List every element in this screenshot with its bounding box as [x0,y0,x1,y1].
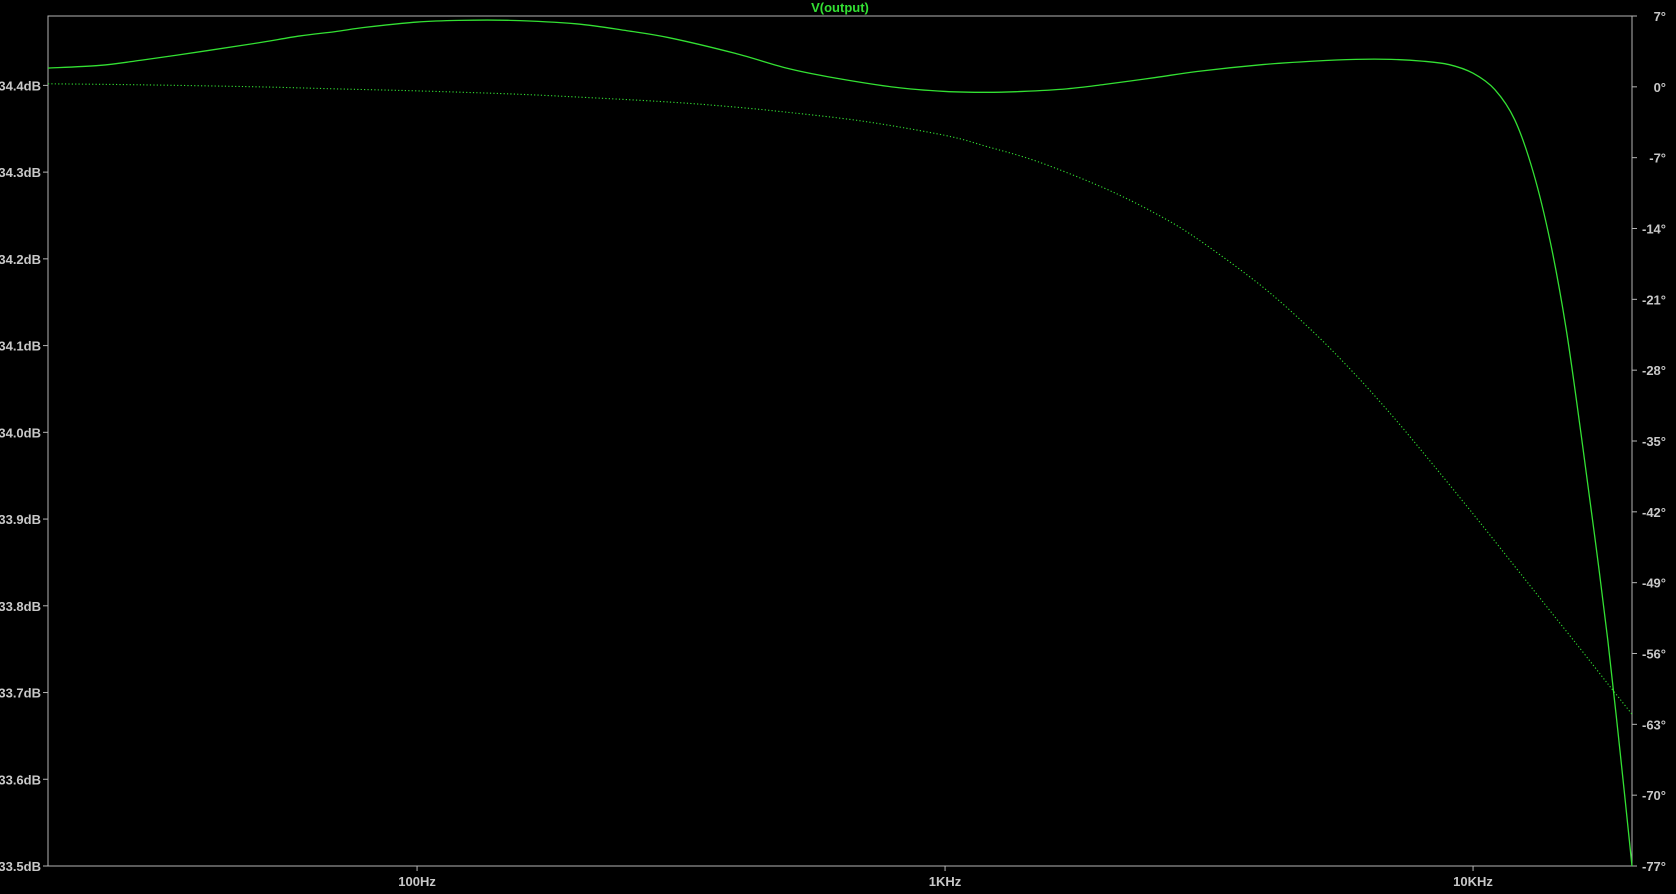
y-right-tick-label: -70° [1642,788,1666,803]
y-right-tick-label: -21° [1642,292,1666,307]
y-right-tick-label: -77° [1642,859,1666,874]
y-right-tick-label: -28° [1642,363,1666,378]
y-left-tick-label: 34.2dB [0,252,41,267]
trace-title[interactable]: V(output) [811,0,869,15]
y-left-tick-label: 33.8dB [0,599,41,614]
y-right-tick-label: 0° [1654,80,1666,95]
y-left-tick-label: 34.3dB [0,165,41,180]
y-left-tick-label: 33.6dB [0,772,41,787]
y-left-tick-label: 34.4dB [0,78,41,93]
magnitude-trace[interactable] [47,19,1633,867]
bode-plot: 100Hz 1KHz 10KHz 34.4dB 34.3dB 34.2dB 34.1dB 34… [0,0,1666,889]
y-right-tick-label: -35° [1642,434,1666,449]
y-right-tick-label: -56° [1642,647,1666,662]
x-tick-label: 1KHz [929,874,962,889]
y-right-tick-label: -49° [1642,576,1666,591]
y-right-tick-label: -14° [1642,222,1666,237]
y-right-tick-label: 7° [1654,9,1666,24]
y-right-tick-label: -63° [1642,717,1666,732]
y-left-tick-label: 33.7dB [0,686,41,701]
y-left-tick-label: 34.1dB [0,339,41,354]
y-right-tick-label: -7° [1649,151,1666,166]
y-left-tick-label: 34.0dB [0,425,41,440]
y-right-tick-label: -42° [1642,505,1666,520]
plot-window: 100Hz 1KHz 10KHz 34.4dB 34.3dB 34.2dB 34.1dB 34… [0,0,1676,894]
y-left-tick-label: 33.9dB [0,512,41,527]
x-tick-label: 10KHz [1453,874,1493,889]
plot-frame [47,15,1633,867]
ticks-layer: 100Hz 1KHz 10KHz 34.4dB 34.3dB 34.2dB 34.1dB 34… [0,9,1666,889]
x-tick-label: 100Hz [398,874,436,889]
phase-trace[interactable] [47,83,1633,715]
y-left-tick-label: 33.5dB [0,859,41,874]
series-layer[interactable] [47,19,1633,867]
